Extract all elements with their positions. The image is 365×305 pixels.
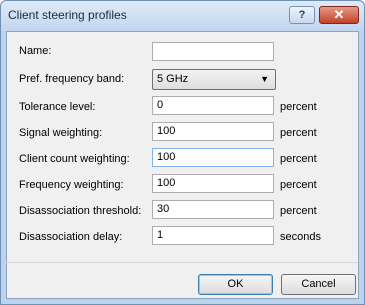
client-count-unit: percent bbox=[280, 153, 317, 165]
window-title: Client steering profiles bbox=[8, 8, 127, 22]
chevron-down-icon: ▼ bbox=[260, 74, 269, 84]
divider bbox=[5, 262, 358, 263]
disassoc-threshold-label: Disassociation threshold: bbox=[19, 205, 142, 217]
frequency-input[interactable]: 100 bbox=[152, 174, 274, 193]
tolerance-input[interactable]: 0 bbox=[152, 96, 274, 115]
title-bar[interactable]: Client steering profiles ? ✕ bbox=[1, 1, 364, 31]
disassoc-threshold-input[interactable]: 30 bbox=[152, 200, 274, 219]
frequency-unit: percent bbox=[280, 179, 317, 191]
client-count-input[interactable]: 100 bbox=[152, 148, 274, 167]
pref-band-select[interactable]: 5 GHz ▼ bbox=[152, 69, 276, 90]
cancel-button[interactable]: Cancel bbox=[281, 274, 356, 295]
name-input[interactable] bbox=[152, 42, 274, 61]
tolerance-unit: percent bbox=[280, 101, 317, 113]
name-label: Name: bbox=[19, 45, 52, 57]
close-button[interactable]: ✕ bbox=[319, 6, 359, 24]
frequency-label: Frequency weighting: bbox=[19, 179, 124, 191]
disassoc-delay-label: Disassociation delay: bbox=[19, 231, 123, 243]
disassoc-threshold-unit: percent bbox=[280, 205, 317, 217]
disassoc-delay-input[interactable]: 1 bbox=[152, 226, 274, 245]
client-count-label: Client count weighting: bbox=[19, 153, 130, 165]
pref-band-label: Pref. frequency band: bbox=[19, 73, 125, 85]
tolerance-label: Tolerance level: bbox=[19, 101, 96, 113]
pref-band-value: 5 GHz bbox=[157, 73, 189, 85]
signal-unit: percent bbox=[280, 127, 317, 139]
disassoc-delay-unit: seconds bbox=[280, 231, 321, 243]
signal-input[interactable]: 100 bbox=[152, 122, 274, 141]
signal-label: Signal weighting: bbox=[19, 127, 103, 139]
help-button[interactable]: ? bbox=[289, 6, 315, 24]
ok-button[interactable]: OK bbox=[198, 274, 273, 295]
